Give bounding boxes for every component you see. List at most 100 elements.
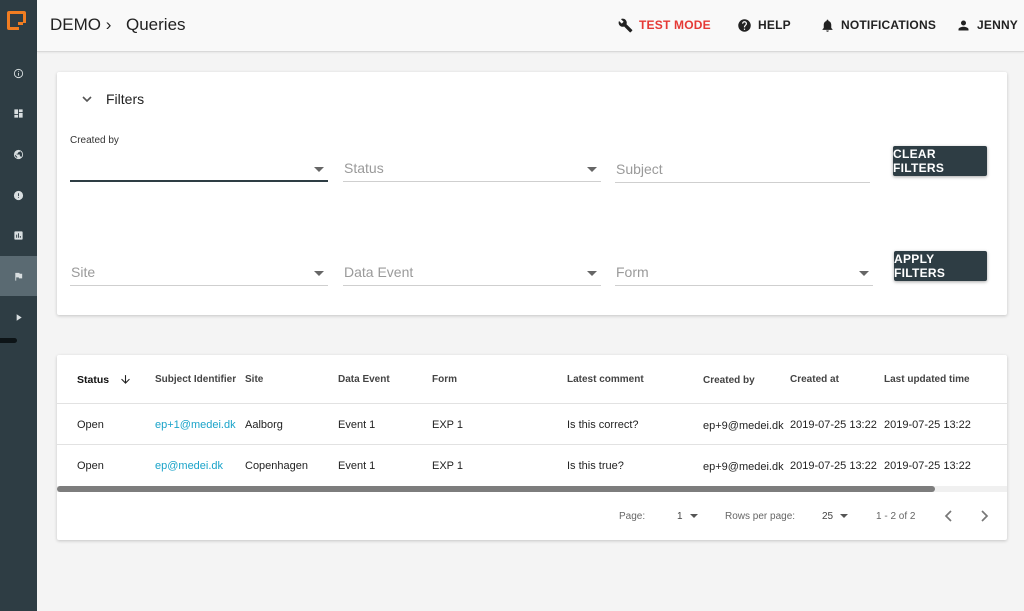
filters-toggle[interactable]: Filters (81, 91, 144, 107)
created-by-label: Created by (70, 135, 119, 146)
page-label: Page: (619, 511, 646, 522)
cell-created-at: 2019-07-25 13:22 (790, 460, 877, 472)
caret-down-icon (314, 167, 324, 172)
caret-down-icon (840, 514, 849, 519)
chevron-left-icon (944, 510, 952, 522)
page-select[interactable]: 1 (677, 511, 698, 522)
cell-last-updated-time: 2019-07-25 13:22 (884, 460, 971, 472)
app-logo-notch (18, 22, 23, 25)
data-event-select[interactable]: Data Event (343, 246, 601, 286)
help-button[interactable]: HELP (737, 17, 791, 33)
next-page-button[interactable] (977, 509, 991, 523)
cell-latest-comment: Is this true? (567, 460, 624, 472)
status-select[interactable]: Status (343, 142, 601, 182)
column-header-last-updated-time[interactable]: Last updated time (884, 374, 970, 385)
sidebar-resize-handle[interactable] (0, 338, 17, 343)
cell-site: Copenhagen (245, 460, 309, 472)
status-placeholder: Status (344, 160, 384, 176)
subject-placeholder: Subject (616, 161, 663, 177)
notifications-button[interactable]: NOTIFICATIONS (820, 17, 936, 33)
column-header-latest-comment[interactable]: Latest comment (567, 374, 644, 385)
clear-filters-button[interactable]: CLEAR FILTERS (893, 146, 987, 176)
cell-form: EXP 1 (432, 460, 463, 472)
sidebar-item-alerts[interactable] (0, 175, 37, 215)
cell-data-event: Event 1 (338, 460, 376, 472)
rows-per-page-value: 25 (822, 511, 834, 522)
help-label: HELP (758, 18, 791, 32)
field-underline (615, 182, 870, 183)
created-by-select[interactable]: Created by (70, 135, 328, 182)
notifications-label: NOTIFICATIONS (841, 18, 937, 32)
app-logo[interactable] (7, 11, 26, 30)
dashboard-icon (14, 108, 23, 118)
form-select[interactable]: Form (615, 246, 873, 286)
sidebar-item-charts[interactable] (0, 215, 37, 255)
filters-panel: Filters Created by Status Subject CLEAR … (57, 72, 1007, 315)
row-divider (57, 444, 1007, 445)
form-placeholder: Form (616, 264, 649, 280)
cell-form: EXP 1 (432, 419, 463, 431)
apply-filters-button[interactable]: APPLY FILTERS (894, 251, 987, 281)
header-divider (57, 403, 1007, 404)
globe-icon (13, 149, 24, 159)
rows-per-page-select[interactable]: 25 (822, 511, 849, 522)
caret-down-icon (689, 514, 698, 519)
data-event-placeholder: Data Event (344, 264, 414, 280)
filters-title: Filters (106, 91, 145, 107)
cell-subject-identifier-link[interactable]: ep+1@medei.dk (155, 419, 236, 431)
chart-icon (14, 230, 23, 240)
queries-table: Status Subject Identifier Site Data Even… (57, 355, 1007, 540)
wrench-icon (618, 18, 633, 32)
cell-last-updated-time: 2019-07-25 13:22 (884, 419, 971, 431)
field-underline (343, 285, 601, 286)
top-bar: DEMO › Queries TEST MODE HELP NOTIFICATI… (37, 0, 1024, 52)
chevron-down-icon (82, 96, 92, 103)
sidebar-item-dashboard[interactable] (0, 93, 37, 133)
site-select[interactable]: Site (70, 246, 328, 286)
column-header-subject-identifier[interactable]: Subject Identifier (155, 374, 236, 385)
column-header-data-event[interactable]: Data Event (338, 374, 390, 385)
play-icon (16, 313, 22, 321)
user-name: JENNY (977, 18, 1019, 32)
bell-icon (822, 19, 833, 32)
sidebar (0, 0, 37, 611)
alert-icon (13, 190, 24, 200)
page-value: 1 (677, 511, 683, 522)
sidebar-item-queries[interactable] (0, 256, 37, 296)
subject-input[interactable]: Subject (615, 143, 870, 183)
column-header-created-at[interactable]: Created at (790, 374, 839, 385)
sidebar-item-expand[interactable] (0, 297, 37, 337)
cell-status: Open (77, 419, 104, 431)
horizontal-scrollbar-thumb[interactable] (57, 486, 935, 492)
cell-status: Open (77, 460, 104, 472)
column-header-created-by[interactable]: Created by (703, 375, 755, 386)
caret-down-icon (587, 271, 597, 276)
field-underline (70, 180, 328, 182)
arrow-down-icon[interactable] (119, 373, 132, 386)
breadcrumb-root[interactable]: DEMO › (50, 15, 111, 35)
column-header-site[interactable]: Site (245, 374, 263, 385)
test-mode-button[interactable]: TEST MODE (618, 17, 711, 33)
chevron-right-icon (981, 510, 989, 522)
cell-created-at: 2019-07-25 13:22 (790, 419, 877, 431)
page-title: Queries (126, 15, 186, 34)
cell-subject-identifier-link[interactable]: ep@medei.dk (155, 460, 223, 472)
cell-site: Aalborg (245, 419, 283, 431)
column-header-status[interactable]: Status (77, 374, 109, 386)
user-menu-button[interactable]: JENNY (956, 17, 1018, 33)
help-icon (738, 18, 751, 32)
field-underline (615, 285, 873, 286)
caret-down-icon (314, 271, 324, 276)
site-placeholder: Site (71, 264, 96, 280)
cell-data-event: Event 1 (338, 419, 376, 431)
field-underline (70, 285, 328, 286)
caret-down-icon (859, 271, 869, 276)
sidebar-item-info[interactable] (0, 53, 37, 93)
rows-per-page-label: Rows per page: (725, 511, 796, 522)
column-header-form[interactable]: Form (432, 374, 457, 385)
field-underline (343, 181, 601, 182)
person-icon (958, 20, 969, 30)
previous-page-button[interactable] (942, 509, 956, 523)
sidebar-item-globe[interactable] (0, 134, 37, 174)
cell-latest-comment: Is this correct? (567, 419, 639, 431)
